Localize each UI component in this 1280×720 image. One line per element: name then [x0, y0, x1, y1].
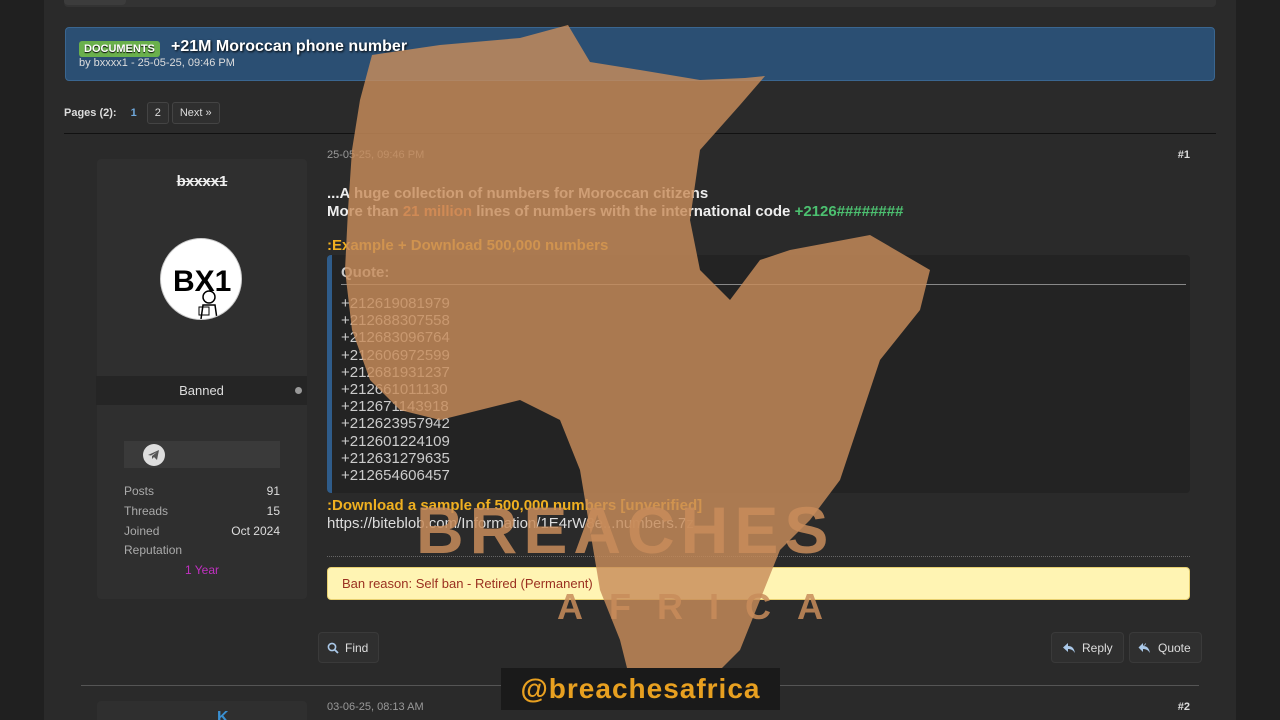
avatar[interactable]: BX1 [160, 238, 242, 320]
example-heading: :Example + Download 500,000 numbers [327, 237, 609, 254]
desc-code: +2126######## [794, 203, 904, 220]
posts-label: Posts [124, 484, 155, 498]
list-item: +212601224109 [341, 432, 450, 450]
joined-date: Oct 2024 [231, 524, 280, 538]
post-separator [81, 685, 1199, 686]
user-card: bxxxx1 BX1 Banned Posts 91 Threads 15 Jo… [96, 159, 307, 599]
user-card-2: K [97, 701, 307, 720]
quote-label: Quote [1158, 640, 1191, 655]
username-2[interactable]: K [217, 709, 229, 720]
quote-button[interactable]: Quote [1129, 632, 1202, 663]
list-item: +212654606457 [341, 467, 450, 485]
desc-part-2: lines of numbers with the international … [472, 203, 795, 220]
list-item: +212671143918 [341, 398, 449, 416]
threads-count[interactable]: 15 [267, 504, 280, 518]
thread-meta: by bxxxx1 - 25-05-25, 09:46 PM [79, 57, 235, 69]
pagination-current: 1 [130, 107, 137, 119]
avatar-image: BX1 [173, 265, 231, 319]
reputation-label: Reputation [124, 543, 183, 557]
list-item: +212681931237 [341, 363, 450, 381]
threads-label: Threads [124, 504, 169, 518]
list-item: +212623957942 [341, 415, 450, 433]
top-nav-strip [64, 0, 1216, 7]
contact-bar [124, 441, 280, 468]
list-item: +212661011130 [341, 381, 448, 399]
membership-badge: 1 Year [184, 563, 220, 577]
username[interactable]: bxxxx1 [97, 173, 307, 190]
post-body: ...A huge collection of numbers for Moro… [327, 185, 1190, 221]
reply-button[interactable]: Reply [1051, 632, 1124, 663]
pagination-next[interactable]: Next » [171, 102, 220, 124]
quote-block: Quote: +212619081979 +212688307558 +2126… [327, 255, 1190, 493]
thread-header: DOCUMENTS +21M Moroccan phone number by … [65, 27, 1215, 81]
avatar-text: BX1 [173, 265, 231, 298]
find-label: Find [345, 640, 369, 655]
quote-reply-icon [1138, 642, 1150, 653]
post-description: More than 21 million lines of numbers wi… [327, 203, 1190, 221]
ban-reason-notice: Ban reason: Self ban - Retired (Permanen… [327, 567, 1190, 600]
pagination-label: Pages (2): [64, 107, 117, 119]
search-icon [327, 642, 339, 654]
find-button[interactable]: Find [318, 632, 380, 663]
post-intro: ...A huge collection of numbers for Moro… [327, 185, 709, 202]
list-item: +212631279635 [341, 449, 450, 467]
offline-status-icon [295, 387, 302, 394]
pagination: Pages (2): 1 2 Next » [64, 102, 223, 124]
download-heading: :Download a sample of 500,000 numbers [u… [327, 497, 703, 514]
signature-divider [327, 556, 1190, 557]
user-title: Banned [96, 376, 307, 405]
reply-icon [1063, 642, 1075, 653]
post-date: 25-05-25, 09:46 PM [327, 149, 425, 161]
post-number[interactable]: #1 [1178, 149, 1190, 161]
download-link[interactable]: https://biteblob.com/Information/1E4rW8e… [327, 515, 694, 532]
post-date-2: 03-06-25, 08:13 AM [327, 701, 424, 713]
joined-label: Joined [124, 524, 160, 538]
desc-part-1: More than [327, 203, 403, 220]
prefix-badge[interactable]: DOCUMENTS [79, 41, 160, 57]
quote-divider [341, 284, 1186, 285]
list-item: +212606972599 [341, 346, 450, 364]
pagination-page-2[interactable]: 2 [146, 102, 169, 124]
telegram-icon[interactable] [143, 444, 165, 466]
post-number-2[interactable]: #2 [1178, 701, 1190, 713]
posts-count[interactable]: 91 [267, 484, 280, 498]
thread-title: +21M Moroccan phone number [171, 38, 408, 55]
desc-highlight: 21 million [402, 203, 473, 220]
list-item: +212683096764 [341, 329, 450, 347]
quote-numbers-list: +212619081979 +212688307558 +21268309676… [341, 295, 450, 484]
user-title-text: Banned [179, 383, 224, 398]
quote-title: Quote: [341, 264, 390, 281]
reply-label: Reply [1082, 640, 1113, 655]
list-item: +212619081979 [341, 295, 450, 312]
top-tab[interactable] [64, 0, 126, 5]
list-item: +212688307558 [341, 312, 450, 330]
